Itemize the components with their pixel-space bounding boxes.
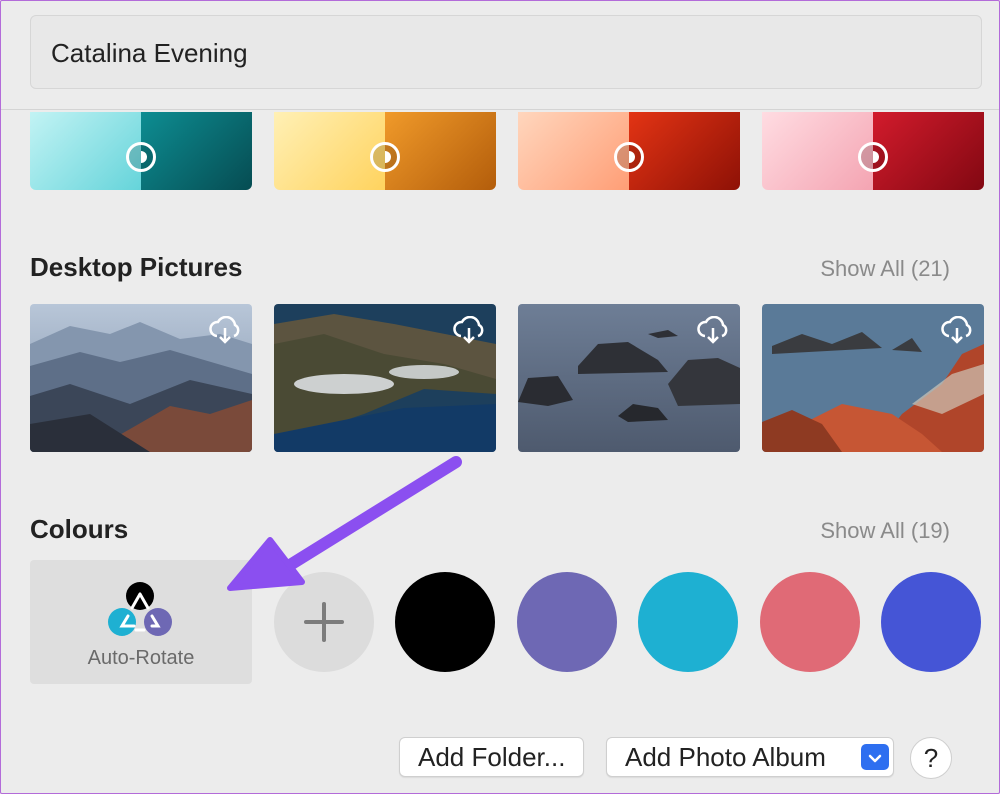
add-colour-button[interactable] bbox=[274, 572, 374, 672]
colour-swatch-purple[interactable] bbox=[517, 572, 617, 672]
desktop-picture-red-cliffs[interactable] bbox=[762, 304, 984, 452]
dynamic-indicator-icon bbox=[370, 142, 400, 172]
desktop-pictures-heading: Desktop Pictures bbox=[30, 252, 243, 282]
help-button[interactable]: ? bbox=[910, 737, 952, 779]
wallpaper-name: Catalina Evening bbox=[51, 38, 248, 68]
dynamic-wallpaper-teal[interactable] bbox=[30, 112, 252, 190]
colours-show-all[interactable]: Show All (19) bbox=[760, 518, 950, 544]
dynamic-wallpaper-orange[interactable] bbox=[518, 112, 740, 190]
dynamic-wallpapers-row bbox=[0, 112, 1000, 190]
colour-swatch-blue[interactable] bbox=[881, 572, 981, 672]
divider bbox=[0, 109, 1000, 110]
dynamic-indicator-icon bbox=[614, 142, 644, 172]
dynamic-indicator-icon bbox=[126, 142, 156, 172]
cloud-download-icon[interactable] bbox=[696, 316, 730, 344]
colour-swatch-teal[interactable] bbox=[638, 572, 738, 672]
dynamic-indicator-icon bbox=[858, 142, 888, 172]
chevron-down-icon[interactable] bbox=[861, 744, 889, 770]
wallpaper-name-field: Catalina Evening bbox=[30, 15, 982, 89]
desktop-picture-coast[interactable] bbox=[274, 304, 496, 452]
desktop-picture-mountains[interactable] bbox=[30, 304, 252, 452]
add-photo-album-label: Add Photo Album bbox=[625, 742, 826, 772]
desktop-picture-rocks[interactable] bbox=[518, 304, 740, 452]
add-folder-label: Add Folder... bbox=[418, 742, 566, 772]
add-photo-album-button[interactable]: Add Photo Album bbox=[606, 737, 894, 777]
auto-rotate-label: Auto-Rotate bbox=[87, 647, 195, 669]
dynamic-wallpaper-yellow[interactable] bbox=[274, 112, 496, 190]
auto-rotate-colour[interactable]: Auto-Rotate bbox=[30, 560, 252, 684]
dynamic-wallpaper-red[interactable] bbox=[762, 112, 984, 190]
help-label: ? bbox=[923, 743, 939, 773]
desktop-pictures-show-all[interactable]: Show All (21) bbox=[760, 256, 950, 282]
cloud-download-icon[interactable] bbox=[940, 316, 974, 344]
add-folder-button[interactable]: Add Folder... bbox=[399, 737, 585, 777]
colour-swatch-pink[interactable] bbox=[760, 572, 860, 672]
colours-heading: Colours bbox=[30, 514, 129, 544]
colour-swatch-black[interactable] bbox=[395, 572, 495, 672]
cloud-download-icon[interactable] bbox=[452, 316, 486, 344]
auto-rotate-icon bbox=[108, 582, 172, 636]
cloud-download-icon[interactable] bbox=[208, 316, 242, 344]
